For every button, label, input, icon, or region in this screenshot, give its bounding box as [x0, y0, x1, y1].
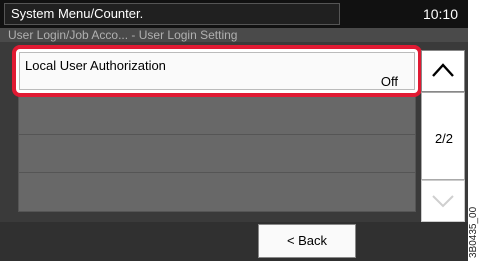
chevron-up-icon [432, 63, 454, 77]
scroll-up-button[interactable] [421, 50, 465, 92]
list-item-value: Off [380, 74, 398, 89]
page-title: System Menu/Counter. [4, 3, 340, 25]
page-panel: 2/2 [421, 92, 465, 180]
scroll-column: 2/2 [420, 44, 468, 222]
bottom-bar: < Back [0, 222, 468, 261]
list-item-inner: Local User Authorization Off [19, 52, 415, 90]
scroll-down-button[interactable] [421, 180, 465, 222]
settings-list: Local User Authorization Off [10, 44, 422, 216]
title-bar: System Menu/Counter. 10:10 [0, 0, 468, 28]
local-user-authorization-item[interactable]: Local User Authorization Off [12, 45, 422, 97]
screen: System Menu/Counter. 10:10 User Login/Jo… [0, 0, 468, 261]
clock: 10:10 [422, 6, 458, 22]
empty-list-row [18, 172, 416, 212]
empty-list-row [18, 96, 416, 136]
breadcrumb: User Login/Job Acco... - User Login Sett… [0, 28, 468, 42]
back-button[interactable]: < Back [258, 224, 356, 258]
chevron-down-icon [432, 195, 454, 208]
document-id: 3B0435_00 [468, 206, 479, 258]
list-item-label: Local User Authorization [25, 58, 166, 73]
empty-list-row [18, 134, 416, 174]
document-id-strip: 3B0435_00 [468, 0, 481, 261]
page-indicator: 2/2 [434, 131, 454, 146]
